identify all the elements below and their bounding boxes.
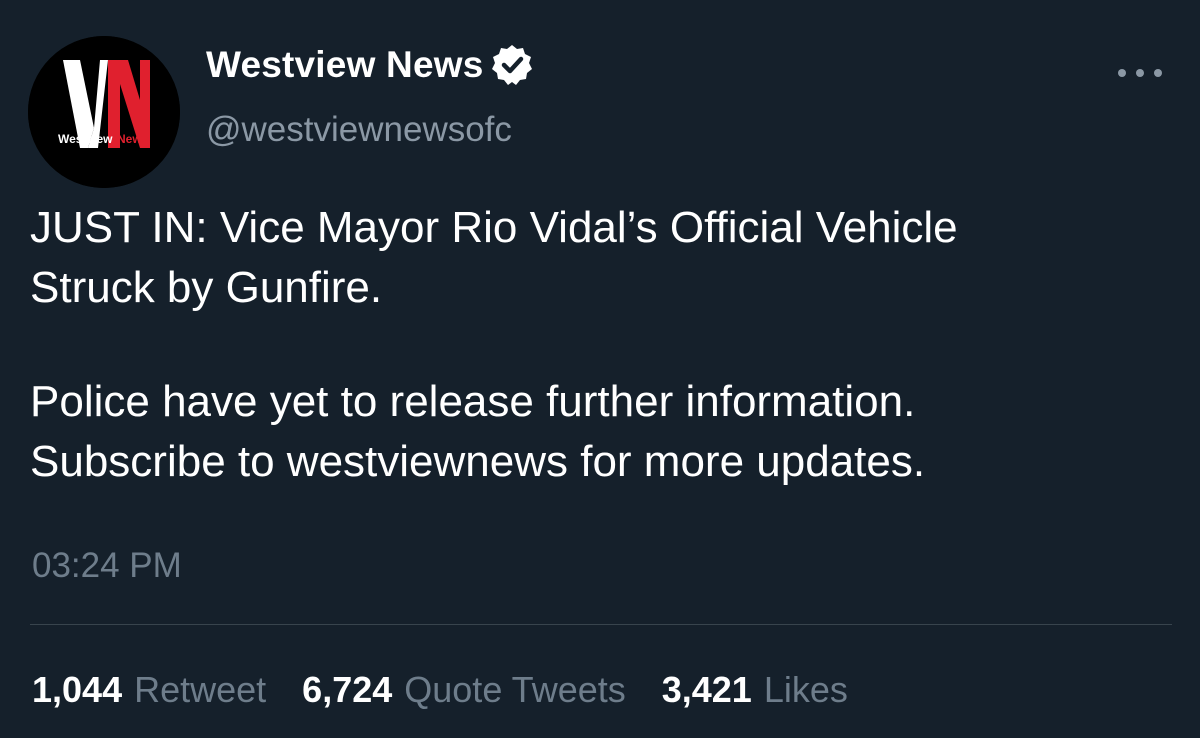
tweet-stats: 1,044 Retweet 6,724 Quote Tweets 3,421 L…: [32, 664, 884, 716]
quote-tweets-label: Quote Tweets: [404, 669, 626, 710]
tweet-text: JUST IN: Vice Mayor Rio Vidal’s Official…: [30, 198, 1195, 492]
handle[interactable]: @westviewnewsofc: [206, 108, 512, 152]
quote-tweets-stat[interactable]: 6,724 Quote Tweets: [302, 664, 626, 716]
quote-tweets-count: 6,724: [302, 669, 393, 710]
tweet-line: Struck by Gunfire.: [30, 263, 383, 312]
display-name-row[interactable]: Westview News: [206, 42, 535, 88]
retweets-label: Retweet: [134, 669, 267, 710]
tweet-timestamp[interactable]: 03:24 PM: [32, 542, 182, 590]
tweet-line: Subscribe to westviewnews for more updat…: [30, 437, 926, 486]
likes-stat[interactable]: 3,421 Likes: [662, 664, 848, 716]
avatar[interactable]: Westview News: [28, 36, 180, 188]
tweet-card: Westview News Westview News @westviewnew…: [0, 0, 1200, 738]
divider: [30, 624, 1172, 625]
likes-label: Likes: [763, 669, 848, 710]
more-dot: [1154, 69, 1162, 77]
likes-count: 3,421: [661, 669, 752, 710]
more-dot: [1136, 69, 1144, 77]
verified-badge-icon: [492, 45, 533, 85]
retweets-stat[interactable]: 1,044 Retweet: [32, 664, 266, 716]
avatar-caption-news: News: [117, 132, 149, 146]
retweets-count: 1,044: [32, 669, 123, 710]
tweet-line: JUST IN: Vice Mayor Rio Vidal’s Official…: [30, 203, 958, 252]
westview-news-logo: Westview News: [28, 36, 180, 188]
more-options-icon[interactable]: [1118, 58, 1162, 88]
avatar-caption-westview: Westview: [58, 132, 113, 146]
display-name[interactable]: Westview News: [206, 42, 483, 88]
tweet-line: Police have yet to release further infor…: [30, 377, 916, 426]
more-dot: [1118, 69, 1126, 77]
